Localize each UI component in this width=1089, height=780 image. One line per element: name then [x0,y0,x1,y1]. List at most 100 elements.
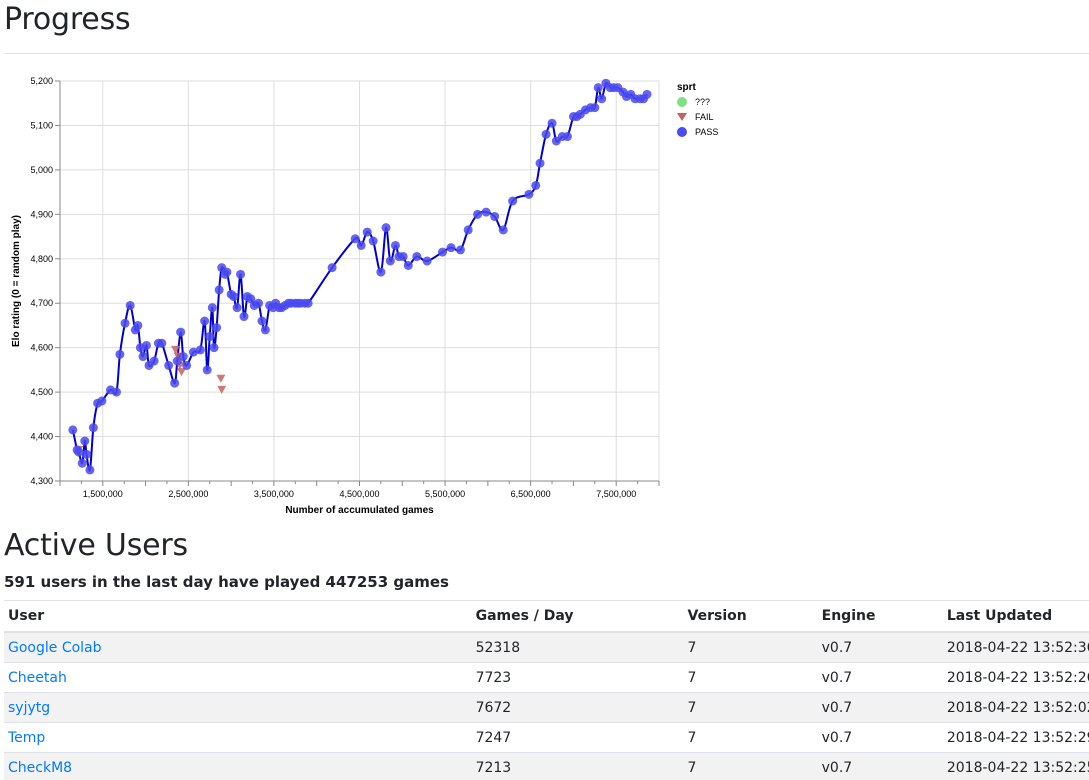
table-row: syjytg 7672 7 v0.7 2018-04-22 13:52:02. [4,692,1089,723]
column-header-version[interactable]: Version [683,600,818,633]
pass-point [195,345,205,355]
pass-point [222,267,232,277]
table-header-row: User Games / Day Version Engine Last Upd… [4,600,1089,633]
pass-point [164,360,174,370]
pass-point [327,263,337,273]
pass-point [535,158,545,168]
user-link[interactable]: syjytg [8,700,50,716]
table-row: Google Colab 52318 7 v0.7 2018-04-22 13:… [4,631,1089,663]
pass-point [212,323,222,333]
pass-point [133,320,143,330]
pass-point [125,300,135,310]
version-cell: 7 [683,752,818,780]
pass-point [229,292,239,302]
user-cell: CheckM8 [4,752,472,780]
pass-point [303,298,313,308]
pass-point [209,343,219,353]
pass-point [170,378,180,388]
y-tick-label: 5,100 [30,120,53,130]
pass-point [115,349,125,359]
pass-point [438,247,448,257]
chart-legend: sprt??? FAIL PASS [677,82,718,137]
pass-point [412,252,422,262]
y-tick-label: 4,400 [30,432,53,442]
pass-point [356,240,366,250]
last-updated-cell: 2018-04-22 13:52:29. [942,722,1089,753]
pass-point [176,327,186,337]
pass-point [376,267,386,277]
pass-point [236,269,246,279]
y-axis-label: Elo rating (0 = random play) [11,215,22,347]
pass-point [473,209,483,219]
pass-point [77,458,87,468]
y-tick-label: 5,000 [30,165,53,175]
column-header-games[interactable]: Games / Day [471,600,684,633]
pass-point [202,365,212,375]
legend-entry-fail: FAIL [695,112,714,122]
user-cell: Google Colab [4,631,472,663]
pass-point [214,285,224,295]
games-cell: 7247 [471,722,684,753]
pass-point [205,332,215,342]
legend-marker-pass [677,127,687,137]
x-tick-label: 6,500,000 [511,489,551,499]
chart-grid [59,80,660,482]
last-updated-cell: 2018-04-22 13:52:36. [942,631,1089,663]
y-tick-label: 4,700 [30,298,53,308]
user-link[interactable]: Temp [8,730,45,746]
user-cell: syjytg [4,692,472,723]
user-link[interactable]: Google Colab [8,640,102,656]
version-cell: 7 [683,662,818,693]
pass-point [120,318,130,328]
column-header-user[interactable]: User [4,600,472,633]
pass-point [481,207,491,217]
pass-point [547,118,557,128]
pass-point [182,360,192,370]
y-tick-label: 4,600 [30,343,53,353]
pass-point [446,243,456,253]
pass-point [562,132,572,142]
pass-point [254,298,264,308]
user-cell: Cheetah [4,662,472,693]
column-header-last-updated[interactable]: Last Updated [942,600,1089,633]
table-row: CheckM8 7213 7 v0.7 2018-04-22 13:52:25. [4,752,1089,780]
pass-point [74,447,84,457]
column-header-engine[interactable]: Engine [817,600,943,633]
pass-point [524,189,534,199]
games-cell: 7723 [471,662,684,693]
legend-entry-pass: PASS [695,127,718,137]
x-tick-label: 3,500,000 [254,489,294,499]
pass-point [362,227,372,237]
pass-point [207,303,217,313]
y-tick-label: 4,500 [30,387,53,397]
engine-cell: v0.7 [817,662,943,693]
pass-point [508,196,518,206]
page: Progress 4,300 4,400 4,500 4,600 4,700 4,800 4… [0,0,1089,780]
table-row: Temp 7247 7 v0.7 2018-04-22 13:52:29. [4,722,1089,753]
engine-cell: v0.7 [817,631,943,663]
pass-point [111,387,121,397]
y-tick-label: 4,800 [30,254,53,264]
pass-point [381,223,391,233]
pass-point [85,465,95,475]
pass-point [80,436,90,446]
games-cell: 52318 [471,631,684,663]
user-link[interactable]: CheckM8 [8,760,72,776]
section-divider [4,53,1089,54]
engine-cell: v0.7 [817,692,943,723]
active-users-table: User Games / Day Version Engine Last Upd… [4,600,1089,780]
x-axis-label: Number of accumulated games [285,505,434,516]
y-tick-label: 4,900 [30,209,53,219]
progress-title: Progress [4,2,131,37]
x-tick-label: 2,500,000 [168,489,208,499]
y-tick-label: 5,200 [30,76,53,86]
pass-point [260,325,270,335]
pass-point [141,340,151,350]
pass-point [463,225,473,235]
version-cell: 7 [683,692,818,723]
x-tick-label: 7,500,000 [596,489,636,499]
y-tick-label: 4,300 [30,476,53,486]
pass-point [138,352,148,362]
user-link[interactable]: Cheetah [8,670,67,686]
version-cell: 7 [683,631,818,663]
